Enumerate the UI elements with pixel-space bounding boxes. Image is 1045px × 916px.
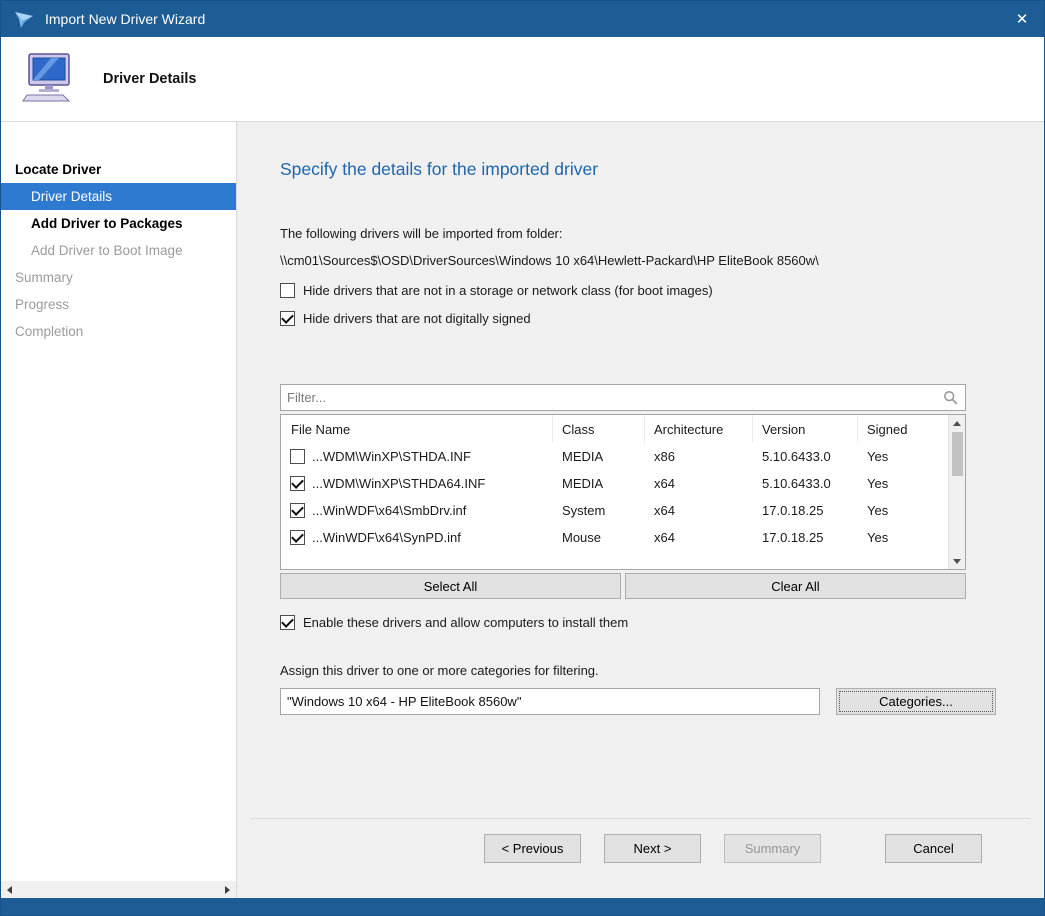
table-row[interactable]: ...WinWDF\x64\SmbDrv.inf System x64 17.0… xyxy=(281,497,950,524)
row-file-name: ...WinWDF\x64\SmbDrv.inf xyxy=(312,503,466,518)
wizard-header: Driver Details xyxy=(1,37,1044,122)
sidebar-item-add-driver-to-boot-image: Add Driver to Boot Image xyxy=(1,237,236,264)
hide-storage-checkbox-label: Hide drivers that are not in a storage o… xyxy=(303,283,713,298)
scrollbar-thumb[interactable] xyxy=(952,432,963,476)
column-header-file-name[interactable]: File Name xyxy=(281,415,553,443)
previous-button[interactable]: < Previous xyxy=(484,834,581,863)
row-version: 17.0.18.25 xyxy=(753,503,858,518)
drivers-table: File Name Class Architecture Version Sig… xyxy=(280,414,966,570)
sidebar-item-driver-details[interactable]: Driver Details xyxy=(1,183,236,210)
table-vertical-scrollbar[interactable] xyxy=(948,415,965,569)
row-signed: Yes xyxy=(858,503,950,518)
clear-all-button[interactable]: Clear All xyxy=(625,573,966,599)
assign-category-label: Assign this driver to one or more catego… xyxy=(280,663,996,678)
hide-unsigned-checkbox[interactable] xyxy=(280,311,295,326)
row-signed: Yes xyxy=(858,530,950,545)
category-row: Categories... xyxy=(280,688,996,715)
footer-button-bar: < Previous Next > Summary Cancel xyxy=(250,818,1031,898)
row-checkbox[interactable] xyxy=(290,530,305,545)
row-class: MEDIA xyxy=(553,476,645,491)
row-architecture: x86 xyxy=(645,449,753,464)
cancel-button[interactable]: Cancel xyxy=(885,834,982,863)
row-architecture: x64 xyxy=(645,530,753,545)
filter-input[interactable] xyxy=(281,386,943,409)
main-panel: Specify the details for the imported dri… xyxy=(237,122,1044,898)
folder-label: The following drivers will be imported f… xyxy=(280,226,996,241)
table-row[interactable]: ...WDM\WinXP\STHDA.INF MEDIA x86 5.10.64… xyxy=(281,443,950,470)
hide-storage-checkbox[interactable] xyxy=(280,283,295,298)
scroll-down-icon[interactable] xyxy=(949,553,966,569)
wizard-dart-icon xyxy=(13,8,35,30)
next-button[interactable]: Next > xyxy=(604,834,701,863)
wizard-steps-sidebar: Locate Driver Driver Details Add Driver … xyxy=(1,122,237,898)
row-architecture: x64 xyxy=(645,503,753,518)
row-file-name: ...WDM\WinXP\STHDA.INF xyxy=(312,449,471,464)
row-class: Mouse xyxy=(553,530,645,545)
hide-unsigned-checkbox-row: Hide drivers that are not digitally sign… xyxy=(280,311,996,326)
row-checkbox[interactable] xyxy=(290,476,305,491)
sidebar-item-locate-driver[interactable]: Locate Driver xyxy=(1,156,236,183)
filter-box xyxy=(280,384,966,411)
content-heading: Specify the details for the imported dri… xyxy=(280,159,996,180)
categories-button[interactable]: Categories... xyxy=(836,688,996,715)
row-version: 5.10.6433.0 xyxy=(753,449,858,464)
row-file-name: ...WinWDF\x64\SynPD.inf xyxy=(312,530,461,545)
folder-path: \\cm01\Sources$\OSD\DriverSources\Window… xyxy=(280,253,996,268)
row-version: 17.0.18.25 xyxy=(753,530,858,545)
computer-icon xyxy=(21,53,79,106)
scroll-right-icon[interactable] xyxy=(219,881,236,898)
hide-storage-checkbox-row: Hide drivers that are not in a storage o… xyxy=(280,283,996,298)
page-title: Driver Details xyxy=(103,71,197,87)
column-header-architecture[interactable]: Architecture xyxy=(645,415,753,443)
bottom-accent-strip xyxy=(1,898,1044,915)
row-checkbox[interactable] xyxy=(290,503,305,518)
row-checkbox[interactable] xyxy=(290,449,305,464)
scroll-up-icon[interactable] xyxy=(949,415,966,431)
enable-drivers-checkbox-label: Enable these drivers and allow computers… xyxy=(303,615,628,630)
selection-buttons: Select All Clear All xyxy=(280,573,966,599)
close-icon[interactable]: ✕ xyxy=(1000,1,1044,37)
content-area: Specify the details for the imported dri… xyxy=(237,122,1044,818)
sidebar-item-completion: Completion xyxy=(1,318,236,345)
sidebar-item-summary: Summary xyxy=(1,264,236,291)
row-architecture: x64 xyxy=(645,476,753,491)
row-class: System xyxy=(553,503,645,518)
titlebar: Import New Driver Wizard ✕ xyxy=(1,1,1044,37)
scroll-left-icon[interactable] xyxy=(1,881,18,898)
window-title: Import New Driver Wizard xyxy=(45,11,205,27)
row-class: MEDIA xyxy=(553,449,645,464)
import-driver-wizard-window: Import New Driver Wizard ✕ Driver Detail… xyxy=(0,0,1045,916)
row-signed: Yes xyxy=(858,449,950,464)
select-all-button[interactable]: Select All xyxy=(280,573,621,599)
wizard-body: Locate Driver Driver Details Add Driver … xyxy=(1,122,1044,898)
row-version: 5.10.6433.0 xyxy=(753,476,858,491)
sidebar-item-progress: Progress xyxy=(1,291,236,318)
summary-button: Summary xyxy=(724,834,821,863)
table-row[interactable]: ...WDM\WinXP\STHDA64.INF MEDIA x64 5.10.… xyxy=(281,470,950,497)
sidebar-item-add-driver-to-packages[interactable]: Add Driver to Packages xyxy=(1,210,236,237)
table-row[interactable]: ...WinWDF\x64\SynPD.inf Mouse x64 17.0.1… xyxy=(281,524,950,551)
enable-drivers-checkbox[interactable] xyxy=(280,615,295,630)
row-signed: Yes xyxy=(858,476,950,491)
category-input[interactable] xyxy=(280,688,820,715)
table-header-row: File Name Class Architecture Version Sig… xyxy=(281,415,950,443)
sidebar-horizontal-scrollbar[interactable] xyxy=(1,881,236,898)
row-file-name: ...WDM\WinXP\STHDA64.INF xyxy=(312,476,485,491)
enable-drivers-checkbox-row: Enable these drivers and allow computers… xyxy=(280,615,996,630)
column-header-version[interactable]: Version xyxy=(753,415,858,443)
column-header-class[interactable]: Class xyxy=(553,415,645,443)
hide-unsigned-checkbox-label: Hide drivers that are not digitally sign… xyxy=(303,311,531,326)
column-header-signed[interactable]: Signed xyxy=(858,415,950,443)
search-icon xyxy=(943,390,958,405)
